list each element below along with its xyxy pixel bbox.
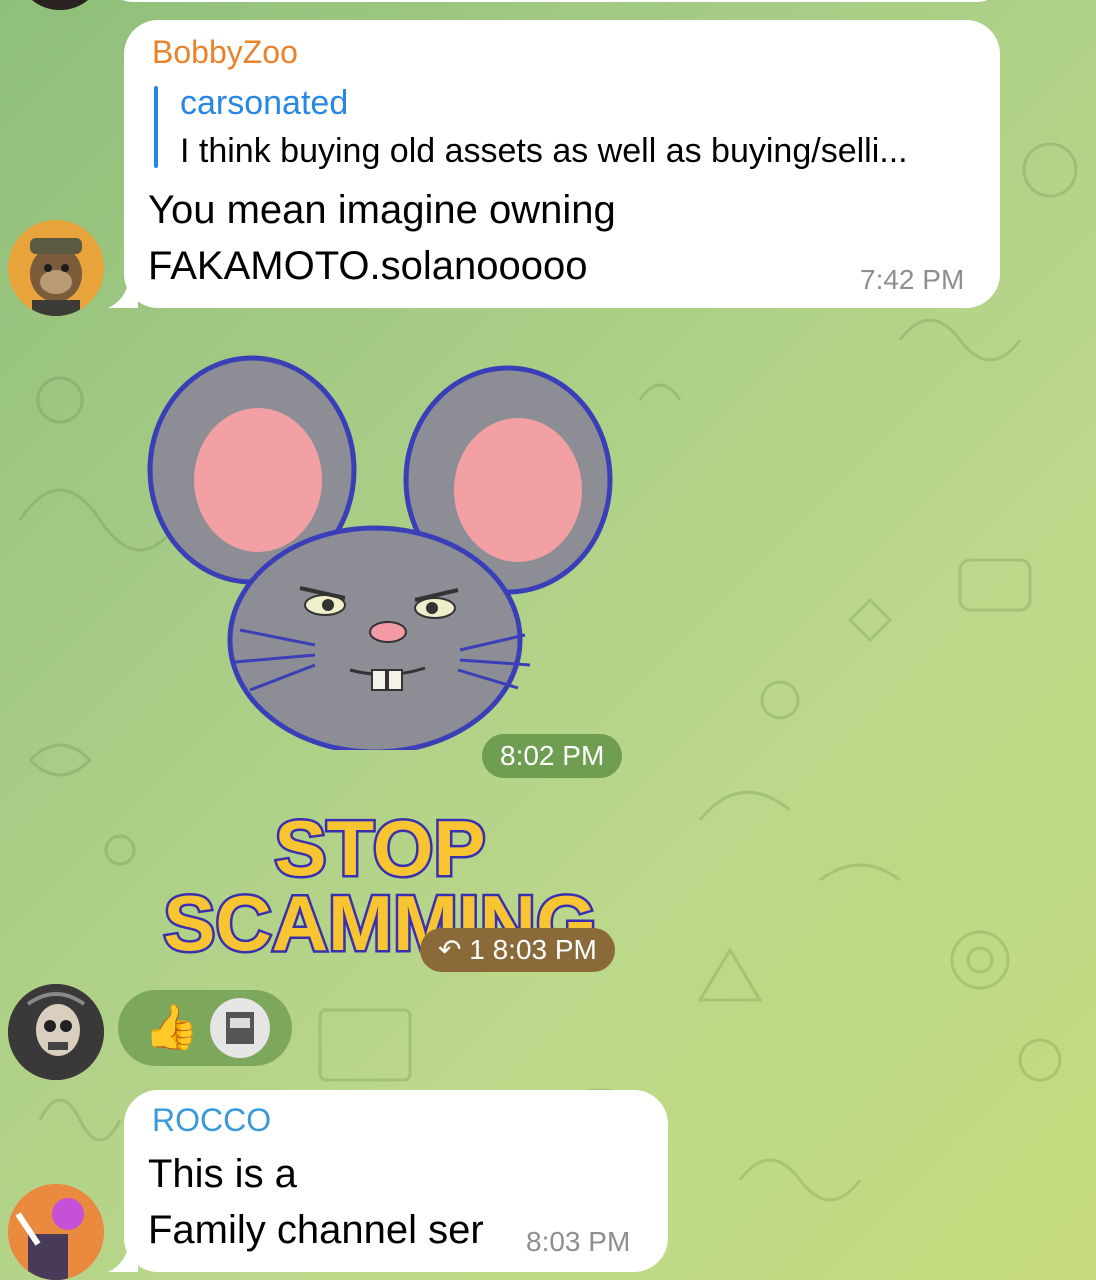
reaction-bar[interactable]: 👍: [118, 990, 292, 1066]
reply-count: 1: [469, 934, 485, 965]
reply-sender-name[interactable]: carsonated: [180, 84, 348, 123]
skull-avatar-icon: [8, 984, 104, 1080]
message-time: 8:03 PM: [526, 1226, 631, 1257]
avatar-skull-user[interactable]: [8, 984, 104, 1080]
message-text-line-2: FAKAMOTO.solanooooo: [148, 244, 588, 288]
reply-arrow-icon: ↶: [438, 934, 462, 965]
sender-name[interactable]: ROCCO: [152, 1102, 271, 1139]
avatar-bobbyzoo[interactable]: [8, 220, 104, 316]
chat-view: BobbyZoo carsonated I think buying old a…: [0, 0, 1096, 1280]
avatar-rocco[interactable]: [8, 1184, 104, 1280]
message-bubble-rocco[interactable]: ROCCO This is a Family channel ser 8:03 …: [108, 1090, 668, 1272]
reply-accent-bar: [154, 86, 158, 168]
rocco-avatar-icon: [8, 1184, 104, 1280]
message-text-line-1: You mean imagine owning: [148, 188, 616, 232]
mouse-sticker[interactable]: [140, 350, 620, 750]
thumbs-up-reaction-icon[interactable]: 👍: [144, 1000, 199, 1056]
sticker-time-with-replies[interactable]: ↶ 1 8:03 PM: [420, 928, 615, 972]
message-bubble-bobbyzoo[interactable]: BobbyZoo carsonated I think buying old a…: [108, 20, 1000, 308]
message-text-line-2: Family channel ser: [148, 1208, 484, 1252]
message-text-line-1: This is a: [148, 1152, 297, 1196]
sticker-time: 8:02 PM: [482, 734, 623, 778]
bubble-tail: [108, 268, 138, 308]
sender-name[interactable]: BobbyZoo: [152, 34, 298, 71]
bubble-tail: [108, 1232, 138, 1272]
previous-message-bubble: [110, 0, 1000, 2]
message-time: 8:03 PM: [492, 934, 597, 965]
reactor-avatar-icon[interactable]: [210, 998, 270, 1058]
message-time: 7:42 PM: [860, 264, 965, 295]
reply-preview-text[interactable]: I think buying old assets as well as buy…: [180, 132, 908, 171]
ape-avatar-icon: [8, 220, 104, 316]
